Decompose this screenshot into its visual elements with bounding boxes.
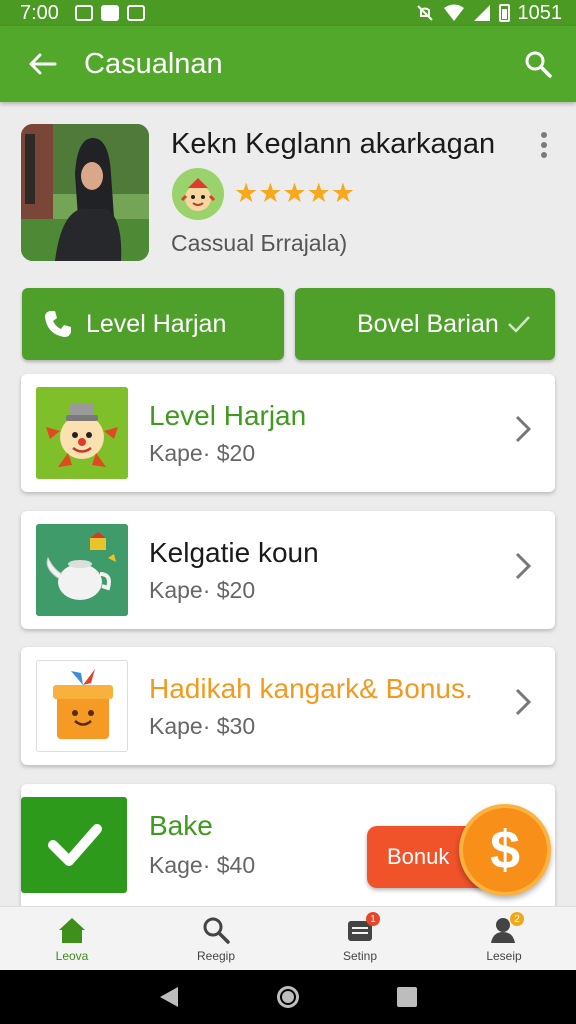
battery-icon (498, 4, 510, 22)
person-photo-icon (21, 124, 149, 261)
nav-item-settings[interactable]: 1 Setinp (288, 907, 432, 970)
notification-icon (74, 5, 93, 21)
item-price: Kape· $20 (149, 440, 256, 466)
wifi-icon (443, 4, 464, 21)
mute-icon (416, 5, 433, 21)
clown-mascot-icon (36, 387, 128, 479)
nav-label: Reegip (196, 949, 236, 963)
profile-photo[interactable] (21, 124, 149, 261)
dollar-coin-button[interactable]: $ (459, 804, 551, 896)
home-circle-icon[interactable] (275, 984, 301, 1010)
search-icon (525, 51, 552, 78)
app-notification-icon (100, 5, 119, 21)
nav-label: Setinp (342, 949, 378, 963)
item-price: Kape· $30 (149, 713, 256, 739)
notification-badge: 1 (366, 912, 380, 926)
chevron-right-icon (515, 552, 532, 580)
profile-name: Kekn Keglann akarkagan (171, 128, 496, 160)
nav-item-search[interactable]: Reegip (144, 907, 288, 970)
item-price: Kape· $20 (149, 577, 256, 603)
bonus-label: Bonuk (387, 844, 450, 869)
list-item[interactable]: Hadikah kangark& Bonus. Kape· $30 (21, 647, 555, 765)
rating-stars: ★★★★★ (234, 178, 356, 208)
image-notification-icon (126, 5, 145, 21)
nav-label: Leseip (486, 949, 522, 963)
item-title: Bake (149, 810, 213, 841)
item-title: Level Harjan (149, 400, 307, 431)
item-title: Kelgatie koun (149, 537, 319, 568)
chevron-right-icon (515, 415, 532, 443)
search-button[interactable] (500, 26, 576, 102)
nav-item-profile[interactable]: 2 Leseip (432, 907, 576, 970)
notification-badge: 2 (510, 912, 524, 926)
status-time: 7:00 (20, 1, 59, 24)
nav-item-home[interactable]: Leova (0, 907, 144, 970)
check-icon (507, 316, 530, 333)
bovel-barian-button[interactable]: Bovel Barian (295, 288, 555, 360)
nav-label: Leova (55, 949, 89, 963)
bovel-barian-label: Bovel Barian (357, 309, 499, 338)
recents-square-icon[interactable] (396, 986, 418, 1008)
page-title: Casualnan (84, 47, 223, 80)
level-harjan-button[interactable]: Level Harjan (22, 288, 284, 360)
list-item[interactable]: Level Harjan Kape· $20 (21, 374, 555, 492)
phone-icon (45, 311, 71, 337)
system-nav-bar (0, 970, 576, 1024)
battery-level: 1051 (517, 1, 563, 24)
home-icon (59, 918, 85, 943)
checkmark-icon (21, 797, 127, 893)
status-bar: 7:00 1051 (0, 0, 576, 26)
arrow-left-icon (29, 53, 57, 75)
profile-header: Kekn Keglann akarkagan ★★★★★ Cassual Бrr… (0, 104, 576, 276)
search-icon (203, 917, 230, 944)
chevron-right-icon (515, 688, 532, 716)
item-title: Hadikah kangark& Bonus. (149, 673, 473, 704)
back-button[interactable] (0, 26, 84, 102)
bottom-nav: Leova Reegip 1 Setinp 2 Leseip (0, 906, 576, 970)
dollar-icon: $ (489, 820, 521, 880)
list-item[interactable]: Kelgatie koun Kape· $20 (21, 511, 555, 629)
teapot-icon (36, 524, 128, 616)
back-triangle-icon[interactable] (158, 985, 180, 1009)
signal-icon (473, 5, 490, 21)
more-options-button[interactable] (534, 130, 554, 160)
profile-subtitle: Cassual Бrrajala) (171, 230, 348, 256)
level-harjan-label: Level Harjan (86, 309, 227, 338)
mascot-icon (172, 168, 224, 220)
gift-box-icon (36, 660, 128, 752)
app-bar: Casualnan (0, 26, 576, 102)
item-price: Kage· $40 (149, 852, 256, 878)
